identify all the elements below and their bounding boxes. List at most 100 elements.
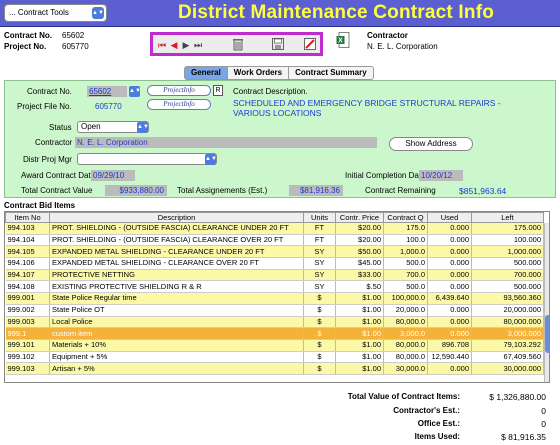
cell-used: 0.000: [427, 269, 472, 282]
contract-select-button[interactable]: ▲▼: [129, 86, 141, 97]
table-row[interactable]: 994.107 PROTECTIVE NETTING SY $33.00 700.0 0.…: [5, 269, 544, 282]
first-record-button[interactable]: ⏮: [156, 38, 168, 52]
cell-units: $: [303, 327, 336, 340]
cell-left: 93,560.360: [471, 292, 544, 305]
table-row[interactable]: 999.102 Equipment + 5% $ $1.00 80,000.0 12,59…: [5, 351, 544, 364]
contract-no-field[interactable]: 65602: [87, 86, 127, 97]
contractor-value: N. E. L. Corporation: [77, 138, 148, 147]
chevron-down-icon: ▲▼: [137, 122, 149, 133]
cell-qty: 20,000.0: [383, 304, 428, 317]
award-date-field[interactable]: 09/29/10: [91, 170, 135, 181]
previous-record-button[interactable]: ◀: [168, 38, 180, 52]
cell-used: 0.000: [427, 280, 472, 294]
cell-units: $: [303, 351, 336, 364]
table-row[interactable]: 994.104 PROT. SHIELDING - (OUTSIDE FASCIA…: [5, 234, 544, 247]
table-scrollbar[interactable]: [544, 223, 549, 382]
save-button[interactable]: [271, 38, 285, 52]
cell-used: 0.000: [427, 362, 472, 375]
cell-qty: 100,000.0: [383, 292, 428, 305]
cell-used: 6,439.640: [427, 292, 472, 305]
total-value-items-value: $ 1,326,880.00: [489, 392, 546, 402]
cell-left: 500.000: [471, 257, 544, 270]
cell-units: SY: [303, 269, 336, 282]
completion-date-field[interactable]: 10/20/12: [419, 170, 463, 181]
tab-general[interactable]: General: [185, 67, 228, 79]
projectinfo-logo-contract[interactable]: ProjectInfo: [147, 85, 211, 96]
column-header[interactable]: Left: [471, 212, 544, 223]
table-row[interactable]: 994.105 EXPANDED METAL SHIELDING - CLEARA…: [5, 245, 544, 259]
items-used-value: $ 81,916.35: [501, 432, 546, 442]
contract-no-value: 65602: [89, 87, 112, 96]
last-record-button[interactable]: ⏭: [192, 38, 204, 52]
cell-desc: PROT. SHIELDING - (OUTSIDE FASCIA) CLEAR…: [49, 234, 304, 247]
contractor-header-label: Contractor: [367, 31, 408, 40]
tab-contract-summary[interactable]: Contract Summary: [289, 67, 373, 79]
r-button[interactable]: R: [213, 85, 223, 96]
cell-qty: 500.0: [383, 257, 428, 270]
table-row[interactable]: 999.001 State Police Regular time $ $1.00 10…: [5, 292, 544, 305]
general-form-panel: Contract No. 65602 ▲▼ ProjectInfo R Cont…: [4, 80, 556, 198]
distr-proj-mgr-label: Distr Proj Mgr: [23, 155, 72, 164]
scrollbar-thumb[interactable]: [545, 315, 549, 353]
cell-used: 0.000: [427, 327, 472, 340]
column-header[interactable]: Contr. Price: [335, 212, 384, 223]
cell-price: $1.00: [335, 362, 384, 375]
table-row[interactable]: 994.106 EXPANDED METAL SHIELDING - CLEARA…: [5, 257, 544, 270]
svg-text:X: X: [338, 38, 343, 45]
table-row[interactable]: 999.103 Artisan + 5% $ $1.00 30,000.0 0.000 30…: [5, 362, 544, 375]
edit-icon: [304, 38, 316, 50]
cell-units: $: [303, 339, 336, 352]
contractor-field[interactable]: N. E. L. Corporation: [75, 137, 377, 148]
contractor-est-label: Contractor's Est.:: [393, 406, 460, 415]
completion-date-label: Initial Completion Date: [345, 171, 426, 180]
cell-units: $: [303, 316, 336, 329]
cell-desc: State Police OT: [49, 304, 304, 317]
cell-item: 999.103: [5, 362, 50, 375]
excel-icon[interactable]: X: [336, 32, 350, 48]
next-record-button[interactable]: ▶: [180, 38, 192, 52]
column-header[interactable]: Item No: [5, 212, 50, 223]
cell-used: 0.000: [427, 245, 472, 259]
cell-price: $50.00: [335, 245, 384, 259]
cell-item: 999.003: [5, 316, 50, 329]
bid-items-title: Contract Bid Items: [4, 201, 76, 210]
table-row[interactable]: 994.103 PROT. SHIELDING - (OUTSIDE FASCIA…: [5, 222, 544, 235]
cell-price: $.50: [335, 280, 384, 294]
contract-tools-menu[interactable]: ... Contract Tools ▲▼: [4, 4, 107, 22]
cell-left: 100.000: [471, 234, 544, 247]
status-select[interactable]: Open ▲▼: [77, 121, 149, 133]
cell-item: 999.1: [5, 327, 50, 340]
show-address-button[interactable]: Show Address: [389, 137, 473, 151]
chevron-down-icon: ▲▼: [205, 154, 217, 165]
table-row[interactable]: 999.003 Local Police $ $1.00 80,000.0 0.000 80…: [5, 316, 544, 329]
column-header[interactable]: Units: [303, 212, 336, 223]
edit-button[interactable]: [303, 38, 317, 52]
chevron-down-icon: ▲▼: [92, 7, 104, 19]
table-row[interactable]: 999.1 custom item $ $1.00 3,000.0 0.000 3,000.…: [5, 327, 544, 340]
page-title: District Maintenance Contract Info: [177, 2, 495, 23]
table-row[interactable]: 999.002 State Police OT $ $1.00 20,000.0 0.00…: [5, 304, 544, 317]
column-header[interactable]: Contract Q: [383, 212, 428, 223]
status-label: Status: [49, 123, 72, 132]
table-row[interactable]: 999.101 Materials + 10% $ $1.00 80,000.0 896.…: [5, 339, 544, 352]
cell-qty: 100.0: [383, 234, 428, 247]
cell-used: 0.000: [427, 234, 472, 247]
tab-work-orders[interactable]: Work Orders: [228, 67, 290, 79]
delete-button[interactable]: [231, 38, 245, 52]
cell-item: 999.102: [5, 351, 50, 364]
cell-left: 30,000.000: [471, 362, 544, 375]
total-contract-value-field: $933,880.00: [105, 185, 167, 196]
table-row[interactable]: 994.108 EXISTING PROTECTIVE SHIELDING R &…: [5, 280, 544, 294]
cell-used: 0.000: [427, 304, 472, 317]
cell-desc: Artisan + 5%: [49, 362, 304, 375]
column-header[interactable]: Used: [427, 212, 472, 223]
cell-desc: PROTECTIVE NETTING: [49, 269, 304, 282]
cell-desc: EXISTING PROTECTIVE SHIELDING R & R: [49, 280, 304, 294]
office-est-value: 0: [541, 419, 546, 429]
total-assignments-field: $81,916.36: [289, 185, 343, 196]
distr-proj-mgr-select[interactable]: ▲▼: [77, 153, 217, 165]
project-no-header-label: Project No.: [4, 42, 47, 51]
cell-item: 994.106: [5, 257, 50, 270]
column-header[interactable]: Description: [49, 212, 304, 223]
projectinfo-logo-project[interactable]: ProjectInfo: [147, 99, 211, 110]
